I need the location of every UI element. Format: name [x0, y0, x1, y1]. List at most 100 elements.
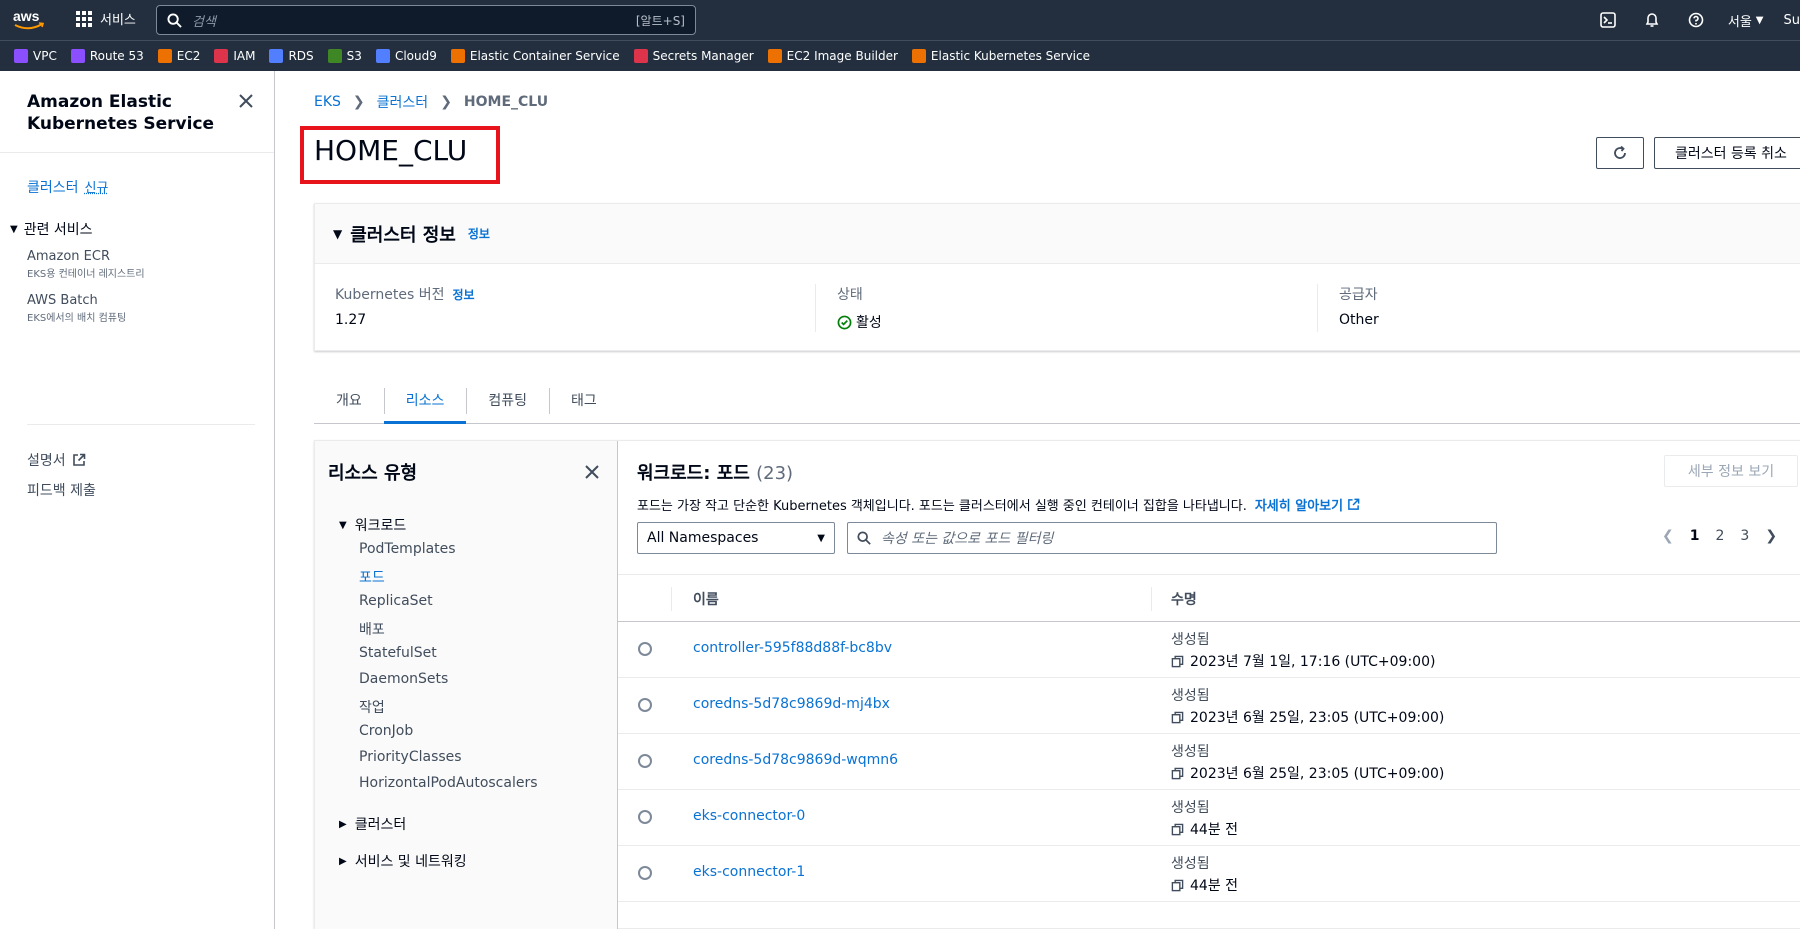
resource-type-item[interactable]: HorizontalPodAutoscalers [359, 775, 538, 791]
region-selector[interactable]: 서울 ▼ [1728, 11, 1764, 30]
pod-name-link[interactable]: eks-connector-1 [693, 864, 805, 880]
info-link[interactable]: 정보 [468, 225, 490, 242]
provider-label: 공급자 [1339, 287, 1378, 303]
copy-icon[interactable] [1171, 823, 1184, 836]
group-label: 서비스 및 네트워킹 [354, 854, 467, 870]
tab-compute[interactable]: 컴퓨팅 [466, 376, 549, 423]
info-link[interactable]: 정보 [452, 288, 474, 302]
pods-count: (23) [756, 463, 794, 484]
row-radio[interactable] [638, 754, 652, 768]
resource-type-item[interactable]: PodTemplates [359, 541, 456, 557]
table-row[interactable]: coredns-5d78c9869d-mj4bx 생성됨 2023년 6월 25일,… [618, 678, 1800, 734]
resource-type-item[interactable]: 포드 [359, 567, 385, 587]
age-value: 44분 전 [1171, 875, 1238, 895]
sidenav-item-ecr[interactable]: Amazon ECR EKS용 컨테이너 레지스트리 [27, 249, 145, 280]
favorite-item[interactable]: EC2 Image Builder [767, 49, 898, 63]
favorite-item[interactable]: Route 53 [70, 49, 144, 63]
view-details-button[interactable]: 세부 정보 보기 [1664, 455, 1798, 487]
cluster-info-header[interactable]: ▼ 클러스터 정보 정보 [315, 204, 1800, 264]
age-value: 2023년 6월 25일, 23:05 (UTC+09:00) [1171, 707, 1444, 727]
tab-overview[interactable]: 개요 [314, 376, 384, 423]
sidenav-item-label: 클러스터 [27, 180, 79, 196]
sidenav-title[interactable]: Amazon Elastic Kubernetes Service [27, 91, 227, 135]
learn-more-link[interactable]: 자세히 알아보기 [1255, 495, 1360, 514]
next-page-button[interactable]: ❯ [1765, 528, 1777, 544]
column-header-age[interactable]: 수명 [1171, 589, 1197, 609]
account-menu[interactable]: Su [1784, 13, 1800, 28]
tab-tags[interactable]: 태그 [549, 376, 619, 423]
service-networking-group-toggle[interactable]: ▶ 서비스 및 네트워킹 [339, 851, 467, 871]
aws-logo[interactable]: aws [12, 8, 46, 32]
table-row[interactable]: eks-connector-1 생성됨 44분 전 [618, 846, 1800, 902]
row-radio[interactable] [638, 810, 652, 824]
page-2[interactable]: 2 [1715, 528, 1724, 544]
search-placeholder: 검색 [192, 14, 216, 30]
k8s-version-field: Kubernetes 버전 정보 1.27 [335, 284, 475, 328]
deregister-cluster-button[interactable]: 클러스터 등록 취소 [1654, 137, 1800, 169]
side-navigation: Amazon Elastic Kubernetes Service 클러스터 신규… [0, 71, 275, 929]
resource-type-item[interactable]: 배포 [359, 619, 385, 639]
breadcrumb-current: HOME_CLU [463, 94, 549, 110]
cloudshell-icon [1600, 12, 1616, 28]
prev-page-button[interactable]: ❮ [1662, 528, 1674, 544]
services-menu-button[interactable]: 서비스 [76, 9, 136, 28]
favorite-item[interactable]: Elastic Container Service [450, 49, 620, 63]
page-3[interactable]: 3 [1740, 528, 1749, 544]
resource-type-item[interactable]: ReplicaSet [359, 593, 433, 609]
table-row[interactable]: eks-connector-0 생성됨 44분 전 [618, 790, 1800, 846]
close-resource-types-button[interactable] [583, 463, 601, 481]
search-input[interactable]: 검색 [알트+S] [156, 5, 696, 35]
pods-description: 포드는 가장 작고 단순한 Kubernetes 객체입니다. 포드는 클러스터… [637, 495, 1360, 514]
favorite-item[interactable]: Elastic Kubernetes Service [911, 49, 1090, 63]
tab-resources[interactable]: 리소스 [383, 376, 467, 424]
close-sidenav-button[interactable] [236, 91, 256, 111]
favorite-item[interactable]: IAM [214, 49, 255, 63]
related-services-toggle[interactable]: ▼ 관련 서비스 [10, 219, 93, 239]
namespace-select[interactable]: All Namespaces ▼ [637, 522, 835, 554]
sidenav-item-batch[interactable]: AWS Batch EKS에서의 배치 컴퓨팅 [27, 293, 126, 324]
favorite-item[interactable]: Cloud9 [375, 49, 437, 63]
notifications-button[interactable] [1630, 0, 1674, 40]
page-1[interactable]: 1 [1690, 528, 1700, 544]
pod-name-link[interactable]: controller-595f88d88f-bc8bv [693, 640, 892, 656]
pod-filter-input[interactable]: 속성 또는 값으로 포드 필터링 [847, 522, 1497, 554]
service-icon [375, 49, 390, 63]
table-row[interactable]: coredns-5d78c9869d-wqmn6 생성됨 2023년 6월 25일,… [618, 734, 1800, 790]
resource-type-item[interactable]: PriorityClasses [359, 749, 462, 765]
sidenav-item-clusters[interactable]: 클러스터 신규 [27, 177, 108, 197]
row-radio[interactable] [638, 698, 652, 712]
resource-type-item[interactable]: StatefulSet [359, 645, 437, 661]
resource-type-item[interactable]: DaemonSets [359, 671, 448, 687]
cloudshell-button[interactable] [1586, 0, 1630, 40]
copy-icon[interactable] [1171, 711, 1184, 724]
pod-name-link[interactable]: coredns-5d78c9869d-mj4bx [693, 696, 890, 712]
favorite-item[interactable]: RDS [269, 49, 314, 63]
help-button[interactable] [1674, 0, 1718, 40]
workload-group-toggle[interactable]: ▼ 워크로드 [339, 515, 406, 535]
sidenav-item-desc: EKS용 컨테이너 레지스트리 [27, 269, 145, 280]
copy-icon[interactable] [1171, 655, 1184, 668]
row-radio[interactable] [638, 866, 652, 880]
breadcrumb-clusters[interactable]: 클러스터 [377, 92, 429, 112]
refresh-button[interactable] [1596, 137, 1644, 169]
favorite-item[interactable]: S3 [327, 49, 362, 63]
sidenav-item-label: AWS Batch [27, 293, 98, 308]
age-text: 2023년 7월 1일, 17:16 (UTC+09:00) [1190, 654, 1436, 670]
sidenav-item-docs[interactable]: 설명서 [27, 450, 86, 470]
favorite-item[interactable]: EC2 [157, 49, 200, 63]
pod-name-link[interactable]: eks-connector-0 [693, 808, 805, 824]
copy-icon[interactable] [1171, 767, 1184, 780]
sidenav-item-feedback[interactable]: 피드백 제출 [27, 480, 96, 500]
column-header-name[interactable]: 이름 [693, 589, 719, 609]
favorite-item[interactable]: Secrets Manager [633, 49, 754, 63]
breadcrumb-eks[interactable]: EKS [314, 94, 341, 110]
status-badge: 활성 [837, 312, 882, 332]
row-radio[interactable] [638, 642, 652, 656]
resource-type-item[interactable]: 작업 [359, 697, 385, 717]
resource-type-item[interactable]: CronJob [359, 723, 413, 739]
cluster-group-toggle[interactable]: ▶ 클러스터 [339, 814, 406, 834]
pod-name-link[interactable]: coredns-5d78c9869d-wqmn6 [693, 752, 898, 768]
copy-icon[interactable] [1171, 879, 1184, 892]
table-row[interactable]: controller-595f88d88f-bc8bv 생성됨 2023년 7월 1… [618, 622, 1800, 678]
favorite-item[interactable]: VPC [14, 49, 57, 63]
